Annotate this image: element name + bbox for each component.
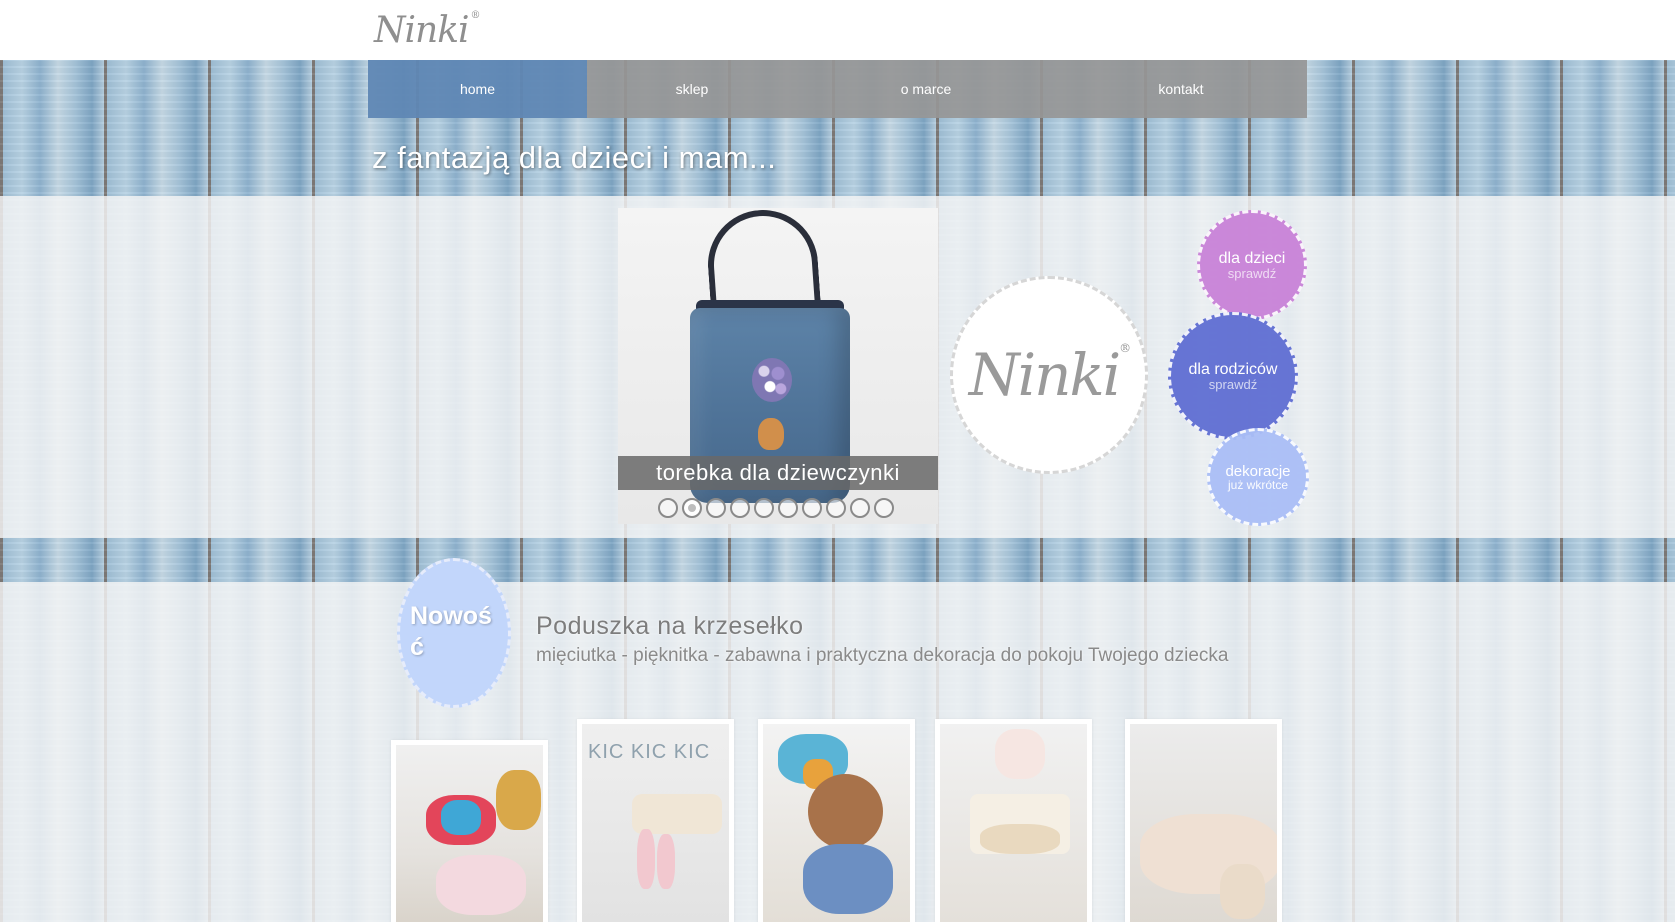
bunny-ear [657, 834, 675, 889]
bear-applique [758, 418, 784, 450]
slider-dot-1[interactable] [658, 498, 678, 518]
thumbnail-image [940, 724, 1087, 922]
slider-dot-8[interactable] [826, 498, 846, 518]
brand-registered-mark: ® [1119, 341, 1131, 355]
lion-toy [496, 770, 541, 830]
slider-dot-7[interactable] [802, 498, 822, 518]
header-bar: Ninki ® [0, 0, 1675, 60]
thumbnail-poster-text: KIC KIC KIC [588, 741, 711, 763]
brand-logo-circle: Ninki® [950, 276, 1148, 474]
nav-contact[interactable]: kontakt [1055, 60, 1307, 118]
bunny-ears-pillow [995, 729, 1045, 779]
category-parents-subtitle: sprawdź [1208, 376, 1258, 392]
slider-pagination [658, 498, 894, 518]
product-thumbnail-3[interactable] [758, 719, 915, 922]
bunny-pillow [436, 855, 526, 915]
category-kids[interactable]: dla dzieci sprawdź [1197, 210, 1307, 320]
category-decorations-subtitle: już wkrótce [1227, 477, 1289, 492]
registered-mark: ® [470, 10, 481, 21]
slider-dot-9[interactable] [850, 498, 870, 518]
product-thumbnail-5[interactable] [1125, 719, 1282, 922]
child-head [808, 774, 883, 849]
news-title[interactable]: Poduszka na krzesełko [536, 612, 804, 641]
tagline: z fantazją dla dzieci i mam... [372, 140, 777, 175]
product-thumbnail-4[interactable] [935, 719, 1092, 922]
slider-dot-2[interactable] [682, 498, 702, 518]
product-slider[interactable]: torebka dla dziewczynki [618, 208, 938, 524]
slider-dot-6[interactable] [778, 498, 798, 518]
site-logo[interactable]: Ninki ® [374, 10, 481, 51]
chair-cushion [632, 794, 722, 834]
thumbnail-image [763, 724, 910, 922]
child-shirt [803, 844, 893, 914]
bunny-ear [637, 829, 655, 889]
slider-dot-3[interactable] [706, 498, 726, 518]
logo-text: Ninki [374, 10, 470, 51]
slider-dot-4[interactable] [730, 498, 750, 518]
thumbnail-image [396, 745, 543, 922]
brand-logo-large: Ninki® [968, 341, 1131, 409]
new-badge: Nowość [397, 558, 511, 708]
nav-about-brand[interactable]: o marce [797, 60, 1055, 118]
product-thumbnail-1[interactable] [391, 740, 548, 922]
bunny-foot [1220, 864, 1265, 919]
category-parents[interactable]: dla rodziców sprawdź [1168, 312, 1298, 440]
chair-cushion [980, 824, 1060, 854]
brand-logo-text: Ninki [968, 341, 1121, 409]
pillow-pattern [441, 800, 481, 835]
button-balloon-decoration [752, 358, 792, 402]
main-nav: home sklep o marce kontakt [368, 60, 1307, 118]
category-decorations[interactable]: dekoracje już wkrótce [1207, 428, 1309, 526]
nav-home[interactable]: home [368, 60, 587, 118]
category-kids-subtitle: sprawdź [1227, 265, 1277, 281]
slider-dot-5[interactable] [754, 498, 774, 518]
thumbnail-image: KIC KIC KIC [582, 724, 729, 922]
slide-caption: torebka dla dziewczynki [618, 456, 938, 490]
slider-dot-10[interactable] [874, 498, 894, 518]
thumbnail-image [1130, 724, 1277, 922]
nav-shop[interactable]: sklep [587, 60, 797, 118]
news-description: mięciutka - pięknitka - zabawna i prakty… [536, 645, 1229, 666]
product-thumbnail-2[interactable]: KIC KIC KIC [577, 719, 734, 922]
